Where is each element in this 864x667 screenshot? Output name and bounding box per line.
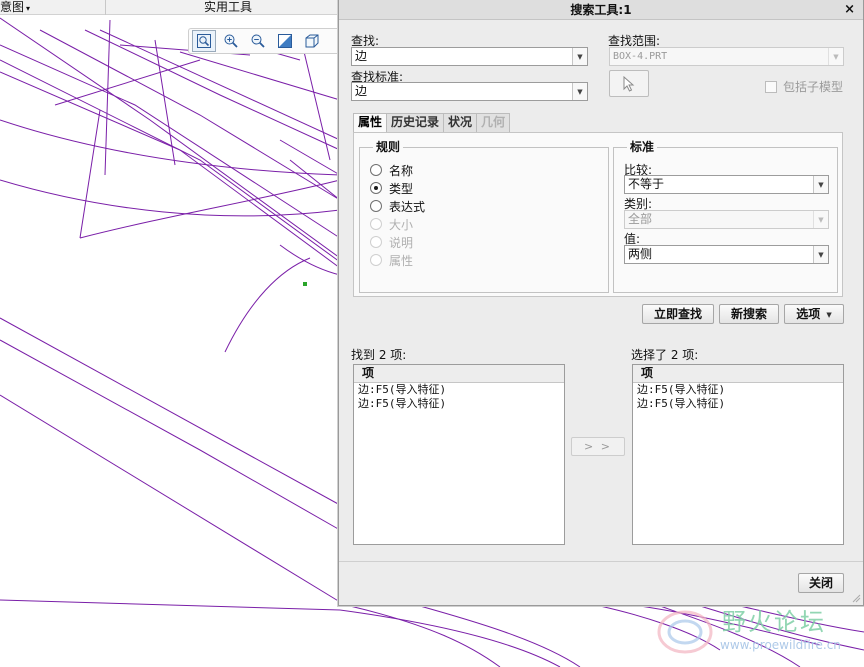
- compare-combo[interactable]: 不等于 ▼: [624, 175, 829, 194]
- rules-group-title: 规则: [373, 139, 404, 155]
- selected-items-list[interactable]: 项 边:F5(导入特征) 边:F5(导入特征): [632, 364, 844, 545]
- checkbox-box[interactable]: [765, 80, 777, 93]
- zoom-out-icon[interactable]: [246, 30, 270, 52]
- zoom-window-icon[interactable]: [192, 30, 216, 52]
- radio-dot[interactable]: [370, 236, 382, 248]
- list-item[interactable]: 边:F5(导入特征): [633, 397, 843, 411]
- search-tool-dialog: 搜索工具:1 × 查找: 边 ▼ 查找范围: BOX-4.PRT ▼ 查找标准:…: [338, 0, 864, 606]
- tab-attributes[interactable]: 属性: [353, 113, 388, 133]
- rule-radio-description[interactable]: 说明: [370, 234, 413, 250]
- rule-radio-type[interactable]: 类型: [370, 180, 413, 196]
- compare-combo-value: 不等于: [628, 177, 665, 191]
- look-in-combo[interactable]: BOX-4.PRT ▼: [609, 47, 844, 66]
- find-combo[interactable]: 边 ▼: [351, 47, 588, 66]
- category-combo-value: 全部: [628, 212, 653, 226]
- rule-radio-name[interactable]: 名称: [370, 162, 413, 178]
- rules-group: 规则 名称 类型 表达式 大小 说明 属性: [359, 139, 609, 293]
- chevron-down-icon[interactable]: ▼: [813, 211, 828, 228]
- tab-status[interactable]: 状况: [443, 113, 478, 132]
- search-tabs: 属性 历史记录 状况 几何: [353, 113, 511, 133]
- ribbon-tab-utilities[interactable]: 实用工具: [204, 0, 252, 15]
- tab-history[interactable]: 历史记录: [386, 113, 445, 132]
- chevron-down-icon[interactable]: ▼: [572, 48, 587, 65]
- selected-list-header[interactable]: 项: [633, 365, 843, 383]
- radio-dot[interactable]: [370, 254, 382, 266]
- tab-geometry[interactable]: 几何: [476, 113, 511, 132]
- options-button-label: 选项: [796, 307, 821, 321]
- chevron-down-icon: ▼: [826, 310, 832, 319]
- dialog-title: 搜索工具:1: [570, 3, 632, 17]
- rule-radio-parameter[interactable]: 属性: [370, 252, 413, 268]
- radio-dot[interactable]: [370, 182, 382, 194]
- ribbon-tab-intent-label: 意图: [0, 0, 25, 14]
- criteria-combo[interactable]: 边 ▼: [351, 82, 588, 101]
- found-items-list[interactable]: 项 边:F5(导入特征) 边:F5(导入特征): [353, 364, 565, 545]
- rule-radio-label: 说明: [389, 235, 414, 250]
- dialog-divider: [339, 561, 863, 562]
- rule-radio-size[interactable]: 大小: [370, 216, 413, 232]
- find-combo-value: 边: [355, 49, 368, 63]
- chevron-down-icon[interactable]: ▼: [813, 176, 828, 193]
- radio-dot[interactable]: [370, 200, 382, 212]
- zoom-in-icon[interactable]: [219, 30, 243, 52]
- repaint-icon[interactable]: [273, 30, 297, 52]
- chevron-down-icon[interactable]: ▼: [828, 48, 843, 65]
- cursor-arrow-icon: [623, 75, 635, 92]
- display-style-icon[interactable]: [300, 30, 324, 52]
- rule-radio-label: 大小: [389, 217, 414, 232]
- find-now-button[interactable]: 立即查找: [642, 304, 714, 324]
- rule-radio-label: 名称: [389, 163, 414, 178]
- selected-count-label: 选择了 2 项:: [631, 348, 699, 362]
- category-combo[interactable]: 全部 ▼: [624, 210, 829, 229]
- ribbon-separator: [105, 0, 106, 15]
- close-button[interactable]: 关闭: [798, 573, 844, 593]
- options-button[interactable]: 选项 ▼: [784, 304, 844, 324]
- list-item[interactable]: 边:F5(导入特征): [354, 383, 564, 397]
- criteria-group: 标准 比较: 不等于 ▼ 类别: 全部 ▼ 值: 两侧 ▼: [613, 139, 838, 293]
- add-selected-button[interactable]: > >: [571, 437, 625, 456]
- chevron-down-icon: ▾: [26, 4, 31, 13]
- value-combo-value: 两侧: [628, 247, 653, 261]
- found-count-label: 找到 2 项:: [351, 348, 407, 362]
- found-list-header[interactable]: 项: [354, 365, 564, 383]
- rule-radio-label: 属性: [389, 253, 414, 268]
- attributes-tab-panel: 规则 名称 类型 表达式 大小 说明 属性 标准 比较: 不等于 ▼ 类别: 全…: [353, 132, 843, 297]
- resize-grip-icon[interactable]: [851, 593, 861, 603]
- list-item[interactable]: 边:F5(导入特征): [633, 383, 843, 397]
- radio-dot[interactable]: [370, 164, 382, 176]
- close-icon[interactable]: ×: [844, 0, 855, 19]
- include-submodels-checkbox[interactable]: 包括子模型: [765, 78, 843, 95]
- criteria-group-title: 标准: [627, 139, 658, 155]
- value-combo[interactable]: 两侧 ▼: [624, 245, 829, 264]
- select-model-button[interactable]: [609, 70, 649, 97]
- rule-radio-expression[interactable]: 表达式: [370, 198, 425, 214]
- look-in-combo-value: BOX-4.PRT: [613, 51, 668, 62]
- include-submodels-label: 包括子模型: [783, 80, 844, 94]
- criteria-combo-value: 边: [355, 84, 368, 98]
- chevron-down-icon[interactable]: ▼: [813, 246, 828, 263]
- dialog-titlebar[interactable]: 搜索工具:1 ×: [339, 0, 863, 20]
- ribbon-tab-strip: 意图 ▾ 实用工具: [0, 0, 340, 15]
- list-item[interactable]: 边:F5(导入特征): [354, 397, 564, 411]
- rule-radio-label: 表达式: [389, 199, 426, 214]
- chevron-down-icon[interactable]: ▼: [572, 83, 587, 100]
- rule-radio-label: 类型: [389, 181, 414, 196]
- new-search-button[interactable]: 新搜索: [719, 304, 779, 324]
- ribbon-tab-intent[interactable]: 意图 ▾: [0, 0, 30, 15]
- view-toolbar: [188, 28, 340, 54]
- radio-dot[interactable]: [370, 218, 382, 230]
